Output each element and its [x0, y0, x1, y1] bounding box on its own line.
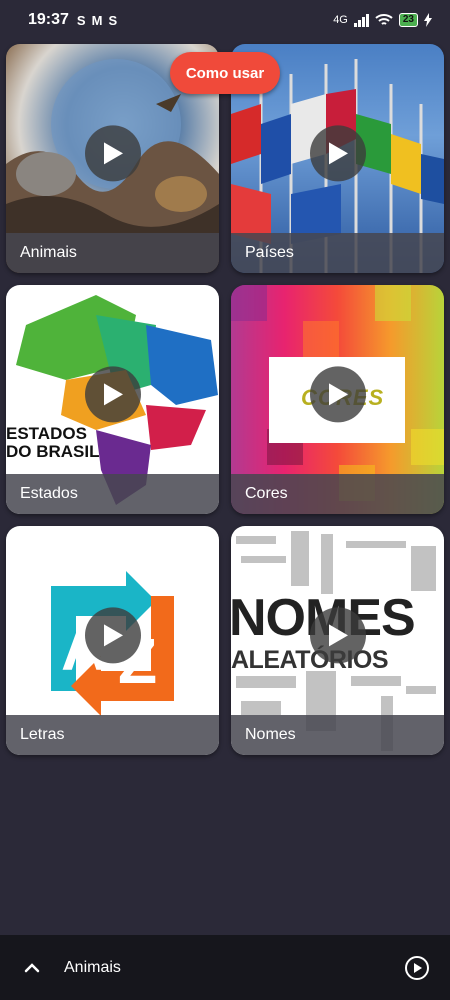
card-letras[interactable]: A Z Letras — [6, 526, 219, 755]
card-estados[interactable]: ESTADOS DO BRASIL Estados — [6, 285, 219, 514]
wifi-icon — [375, 14, 393, 25]
notification-icon: S — [108, 12, 118, 28]
how-to-use-button[interactable]: Como usar — [170, 52, 280, 94]
notification-icon: S — [76, 12, 86, 28]
play-icon[interactable] — [84, 124, 141, 181]
gmail-icon: M — [91, 12, 103, 28]
network-type: 4G — [333, 14, 348, 26]
charging-icon — [424, 13, 432, 27]
chevron-up-icon[interactable] — [20, 956, 44, 980]
card-nomes[interactable]: NOMES ALEATÓRIOS Nomes — [231, 526, 444, 755]
status-time: 19:37 — [28, 11, 69, 28]
now-playing-title: Animais — [64, 958, 121, 976]
status-bar: 19:37 S M S 4G 23 — [0, 0, 450, 40]
battery-icon: 23 — [398, 13, 418, 27]
play-icon[interactable] — [84, 365, 141, 422]
play-icon[interactable] — [309, 365, 366, 422]
play-circle-icon[interactable] — [404, 955, 430, 981]
mini-player[interactable]: Animais — [0, 935, 450, 1000]
random-word: ALEATÓRIOS — [231, 646, 389, 674]
play-icon[interactable] — [309, 124, 366, 181]
card-label: Animais — [6, 233, 219, 273]
card-cores[interactable]: CORES Cores — [231, 285, 444, 514]
map-title: ESTADOS DO BRASIL — [6, 424, 100, 461]
card-label: Estados — [6, 474, 219, 514]
play-icon[interactable] — [309, 606, 366, 663]
card-label: Cores — [231, 474, 444, 514]
card-label: Nomes — [231, 715, 444, 755]
play-icon[interactable] — [84, 606, 141, 663]
card-label: Países — [231, 233, 444, 273]
signal-icon — [353, 13, 369, 27]
card-label: Letras — [6, 715, 219, 755]
